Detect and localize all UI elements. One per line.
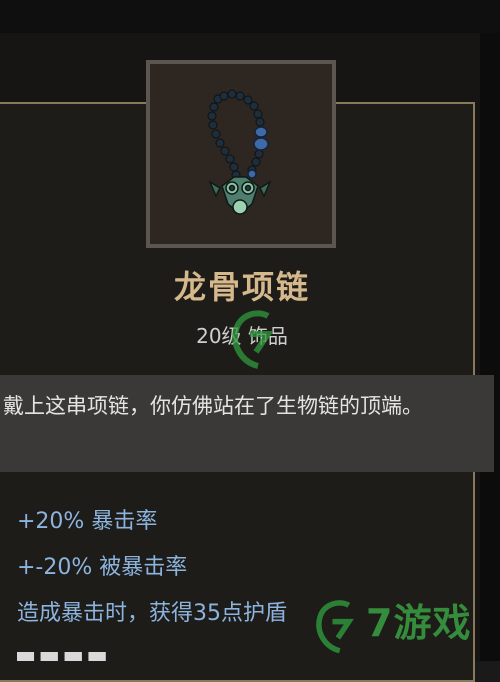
item-icon-frame	[146, 60, 336, 248]
next-line-cut: ▇ ▇ ▇ ▇	[17, 652, 106, 661]
item-name: 龙骨项链	[173, 268, 310, 306]
watermark-text: 7游戏	[366, 601, 472, 645]
watermark-logo-small-icon	[316, 600, 354, 654]
watermark-logo-icon	[232, 310, 274, 369]
necklace-icon	[207, 89, 272, 215]
stat-crit-rate: +20% 暴击率	[17, 509, 158, 534]
flavor-text: 戴上这串项链，你仿佛站在了生物链的顶端。	[3, 394, 423, 418]
stat-crit-taken: +-20% 被暴击率	[17, 555, 188, 580]
flavor-box: 戴上这串项链，你仿佛站在了生物链的顶端。	[0, 375, 494, 472]
top-strip	[0, 0, 500, 33]
stat-crit-shield: 造成暴击时，获得35点护盾	[17, 601, 287, 626]
